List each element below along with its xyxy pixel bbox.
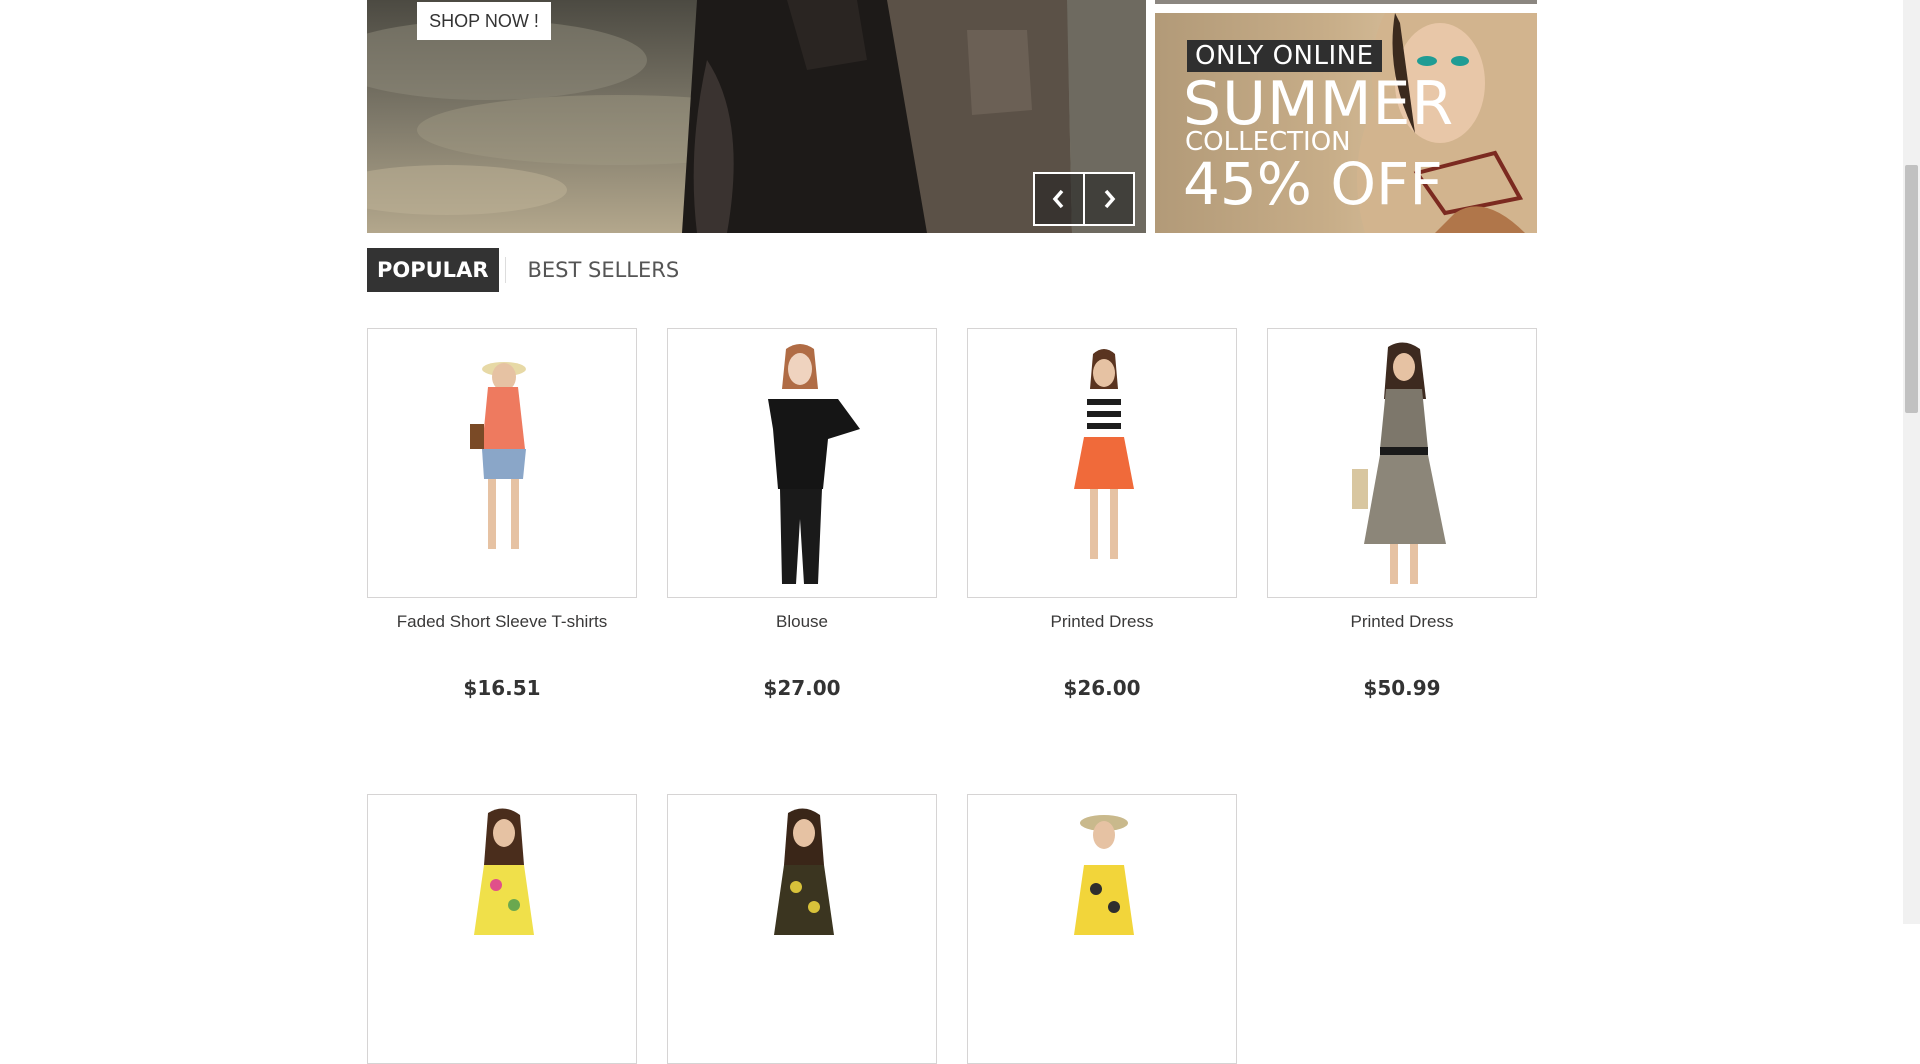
product-image[interactable]	[667, 794, 937, 1064]
slider-nav	[1033, 172, 1135, 226]
slider-prev-button[interactable]	[1035, 174, 1083, 224]
page-scrollbar[interactable]	[1903, 0, 1920, 924]
banner-discount: 45% OFF	[1183, 150, 1443, 218]
homepage-slider: SHOP NOW !	[367, 0, 1146, 233]
product-image[interactable]	[967, 794, 1237, 1064]
chevron-left-icon	[1052, 189, 1064, 209]
product-photo	[774, 808, 834, 935]
product-card: Printed Dress $26.00	[967, 328, 1237, 700]
chevron-right-icon	[1104, 189, 1116, 209]
product-price: $16.51	[463, 676, 541, 700]
product-image[interactable]	[967, 328, 1237, 598]
product-name[interactable]: Blouse	[667, 612, 937, 632]
product-card	[667, 794, 937, 1064]
product-name[interactable]: Printed Dress	[1267, 612, 1537, 632]
tab-divider	[504, 257, 506, 283]
product-photo	[470, 362, 526, 549]
product-card: Printed Dress $50.99	[1267, 328, 1537, 700]
product-photo	[1074, 815, 1134, 935]
banner-tag: ONLY ONLINE	[1187, 40, 1382, 72]
tab-popular[interactable]: POPULAR	[367, 248, 499, 292]
product-photo	[1074, 349, 1134, 559]
scrollbar-thumb[interactable]	[1905, 165, 1918, 413]
top-banner-edge[interactable]	[1155, 0, 1537, 4]
product-card	[367, 794, 637, 1064]
product-name[interactable]: Printed Dress	[967, 612, 1237, 632]
product-tabs: POPULAR BEST SELLERS	[367, 248, 689, 292]
product-photo	[768, 344, 860, 584]
product-card: Faded Short Sleeve T-shirts $16.51	[367, 328, 637, 700]
slider-next-button[interactable]	[1083, 174, 1133, 224]
summer-collection-banner[interactable]: ONLY ONLINE SUMMER COLLECTION 45% OFF	[1155, 13, 1537, 233]
product-card: Blouse $27.00	[667, 328, 937, 700]
product-image[interactable]	[1267, 328, 1537, 598]
product-name[interactable]: Faded Short Sleeve T-shirts	[367, 612, 637, 632]
tab-best-sellers[interactable]: BEST SELLERS	[518, 248, 690, 292]
product-price: $26.00	[1063, 676, 1141, 700]
product-price: $27.00	[763, 676, 841, 700]
product-card	[967, 794, 1237, 1064]
product-photo	[1352, 342, 1446, 584]
product-price: $50.99	[1363, 676, 1441, 700]
product-photo	[474, 808, 534, 935]
shop-now-button[interactable]: SHOP NOW !	[417, 2, 551, 40]
product-image[interactable]	[667, 328, 937, 598]
product-image[interactable]	[367, 794, 637, 1064]
product-image[interactable]	[367, 328, 637, 598]
banner-headline: SUMMER	[1183, 69, 1455, 139]
